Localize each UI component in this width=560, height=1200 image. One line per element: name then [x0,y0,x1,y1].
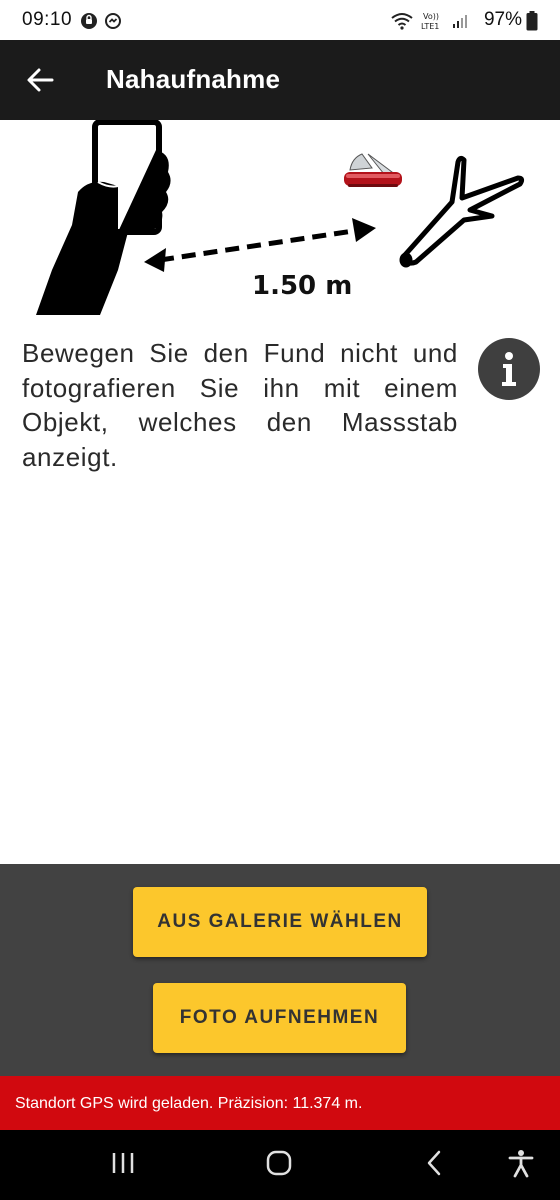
volte-icon: Vo)) LTE1 [421,12,439,31]
accessibility-button[interactable] [506,1148,536,1183]
gps-status-text: Standort GPS wird geladen. Präzision: 11… [15,1095,363,1112]
info-button[interactable] [478,338,540,400]
nav-back-button[interactable] [420,1148,450,1183]
back-icon [427,1150,441,1176]
messenger-icon [105,13,121,29]
arrow-left-icon [27,68,54,92]
branch-icon [399,155,525,268]
pocket-knife-icon [344,153,402,187]
recents-icon [112,1153,134,1173]
signal-icon [453,15,467,28]
page-title: Nahaufnahme [106,64,281,94]
svg-text:Vo)): Vo)) [423,12,439,21]
battery-percentage: 97% [483,9,522,30]
home-button[interactable] [264,1148,294,1183]
double-arrow-icon [144,218,376,272]
take-photo-button[interactable]: FOTO AUFNEHMEN [153,983,406,1053]
recents-button[interactable] [108,1148,138,1183]
status-time: 09:10 [22,9,73,30]
accessibility-icon [508,1150,534,1178]
info-icon [502,352,516,386]
wifi-icon [391,13,413,30]
status-right-icons: Vo)) LTE1 [390,11,468,31]
status-bar: 09:10 Vo)) LTE1 97% [0,0,560,40]
distance-label: 1.50 m [252,271,353,301]
home-icon [266,1150,292,1176]
back-button[interactable] [22,62,62,98]
svg-text:LTE1: LTE1 [421,22,439,31]
battery-icon [526,11,538,31]
choose-from-gallery-button[interactable]: AUS GALERIE WÄHLEN [133,887,427,957]
instruction-text: Bewegen Sie den Fund nicht und fotografi… [22,338,458,472]
gps-status-banner: Standort GPS wird geladen. Präzision: 11… [0,1076,560,1130]
hand-phone-icon [36,120,171,315]
status-left-icons [80,12,122,30]
app-bar: Nahaufnahme [0,40,560,120]
chat-icon [81,13,97,29]
system-nav-bar [0,1130,560,1200]
